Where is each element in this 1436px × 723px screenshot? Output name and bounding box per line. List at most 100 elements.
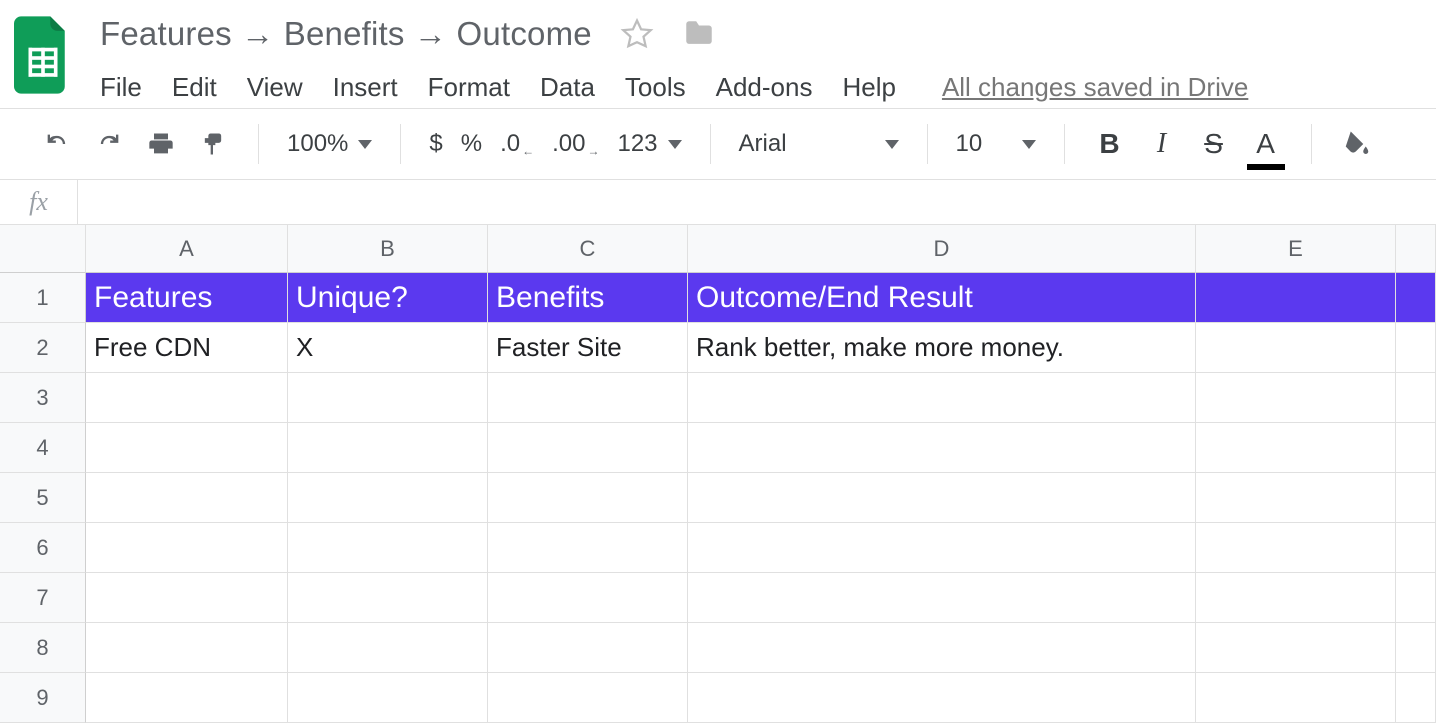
cell-d9[interactable]: [688, 673, 1196, 723]
column-header-d[interactable]: D: [688, 225, 1196, 273]
paint-format-icon[interactable]: [196, 124, 230, 164]
cell-e8[interactable]: [1196, 623, 1396, 673]
cell-b9[interactable]: [288, 673, 488, 723]
row-header[interactable]: 7: [0, 573, 86, 623]
cell-a3[interactable]: [86, 373, 288, 423]
cell-overflow-8[interactable]: [1396, 623, 1436, 673]
cell-b2[interactable]: X: [288, 323, 488, 373]
row-header[interactable]: 1: [0, 273, 86, 323]
menu-edit[interactable]: Edit: [172, 72, 217, 103]
cell-overflow-2[interactable]: [1396, 323, 1436, 373]
cell-overflow-3[interactable]: [1396, 373, 1436, 423]
undo-icon[interactable]: [40, 124, 74, 164]
cell-a5[interactable]: [86, 473, 288, 523]
cell-e2[interactable]: [1196, 323, 1396, 373]
cell-c1[interactable]: Benefits: [488, 273, 688, 323]
cell-b4[interactable]: [288, 423, 488, 473]
cell-a2[interactable]: Free CDN: [86, 323, 288, 373]
decrease-decimal[interactable]: .0 ←: [500, 130, 534, 158]
document-title[interactable]: Features → Benefits → Outcome: [100, 15, 592, 53]
cell-c6[interactable]: [488, 523, 688, 573]
menu-file[interactable]: File: [100, 72, 142, 103]
row-header[interactable]: 6: [0, 523, 86, 573]
cell-b7[interactable]: [288, 573, 488, 623]
font-family-dropdown[interactable]: Arial: [739, 130, 899, 158]
cell-c2[interactable]: Faster Site: [488, 323, 688, 373]
bold-button[interactable]: B: [1093, 124, 1127, 164]
cell-c4[interactable]: [488, 423, 688, 473]
format-percent[interactable]: %: [461, 130, 482, 158]
cell-e6[interactable]: [1196, 523, 1396, 573]
fill-color-button[interactable]: [1340, 124, 1374, 164]
select-all-corner[interactable]: [0, 225, 86, 273]
cell-d4[interactable]: [688, 423, 1196, 473]
row-header[interactable]: 2: [0, 323, 86, 373]
row-header[interactable]: 3: [0, 373, 86, 423]
cell-d7[interactable]: [688, 573, 1196, 623]
zoom-dropdown[interactable]: 100%: [287, 130, 372, 158]
cell-a6[interactable]: [86, 523, 288, 573]
menu-data[interactable]: Data: [540, 72, 595, 103]
cell-d5[interactable]: [688, 473, 1196, 523]
folder-icon[interactable]: [682, 17, 716, 51]
row-header[interactable]: 4: [0, 423, 86, 473]
increase-decimal[interactable]: .00 →: [552, 130, 599, 158]
column-header-a[interactable]: A: [86, 225, 288, 273]
cell-overflow-7[interactable]: [1396, 573, 1436, 623]
cell-d6[interactable]: [688, 523, 1196, 573]
menu-tools[interactable]: Tools: [625, 72, 686, 103]
cell-a8[interactable]: [86, 623, 288, 673]
cell-c7[interactable]: [488, 573, 688, 623]
strikethrough-button[interactable]: S: [1197, 124, 1231, 164]
print-icon[interactable]: [144, 124, 178, 164]
cell-b3[interactable]: [288, 373, 488, 423]
cell-overflow-5[interactable]: [1396, 473, 1436, 523]
cell-b1[interactable]: Unique?: [288, 273, 488, 323]
cell-b8[interactable]: [288, 623, 488, 673]
cell-a7[interactable]: [86, 573, 288, 623]
formula-input[interactable]: [78, 180, 1436, 224]
cell-d3[interactable]: [688, 373, 1196, 423]
cell-d2[interactable]: Rank better, make more money.: [688, 323, 1196, 373]
cell-b6[interactable]: [288, 523, 488, 573]
column-header-overflow[interactable]: [1396, 225, 1436, 273]
column-header-e[interactable]: E: [1196, 225, 1396, 273]
cell-e7[interactable]: [1196, 573, 1396, 623]
row-header[interactable]: 9: [0, 673, 86, 723]
sheets-logo-icon[interactable]: [14, 16, 72, 94]
save-status[interactable]: All changes saved in Drive: [942, 72, 1248, 103]
star-icon[interactable]: [620, 17, 654, 51]
column-header-b[interactable]: B: [288, 225, 488, 273]
cell-overflow-9[interactable]: [1396, 673, 1436, 723]
cell-e4[interactable]: [1196, 423, 1396, 473]
row-header[interactable]: 5: [0, 473, 86, 523]
cell-e1[interactable]: [1196, 273, 1396, 323]
redo-icon[interactable]: [92, 124, 126, 164]
cell-d1[interactable]: Outcome/End Result: [688, 273, 1196, 323]
row-header[interactable]: 8: [0, 623, 86, 673]
cell-e5[interactable]: [1196, 473, 1396, 523]
cell-c9[interactable]: [488, 673, 688, 723]
menu-view[interactable]: View: [247, 72, 303, 103]
format-currency[interactable]: $: [429, 130, 442, 158]
cell-a9[interactable]: [86, 673, 288, 723]
column-header-c[interactable]: C: [488, 225, 688, 273]
italic-button[interactable]: I: [1145, 124, 1179, 164]
cell-overflow-1[interactable]: [1396, 273, 1436, 323]
number-format-dropdown[interactable]: 123: [617, 130, 681, 158]
cell-overflow-6[interactable]: [1396, 523, 1436, 573]
text-color-button[interactable]: A: [1249, 124, 1283, 164]
cell-c8[interactable]: [488, 623, 688, 673]
cell-e9[interactable]: [1196, 673, 1396, 723]
cell-b5[interactable]: [288, 473, 488, 523]
cell-a4[interactable]: [86, 423, 288, 473]
cell-overflow-4[interactable]: [1396, 423, 1436, 473]
cell-a1[interactable]: Features: [86, 273, 288, 323]
menu-addons[interactable]: Add-ons: [716, 72, 813, 103]
font-size-dropdown[interactable]: 10: [956, 130, 1036, 158]
cell-c5[interactable]: [488, 473, 688, 523]
cell-e3[interactable]: [1196, 373, 1396, 423]
menu-insert[interactable]: Insert: [333, 72, 398, 103]
menu-format[interactable]: Format: [428, 72, 510, 103]
menu-help[interactable]: Help: [842, 72, 895, 103]
